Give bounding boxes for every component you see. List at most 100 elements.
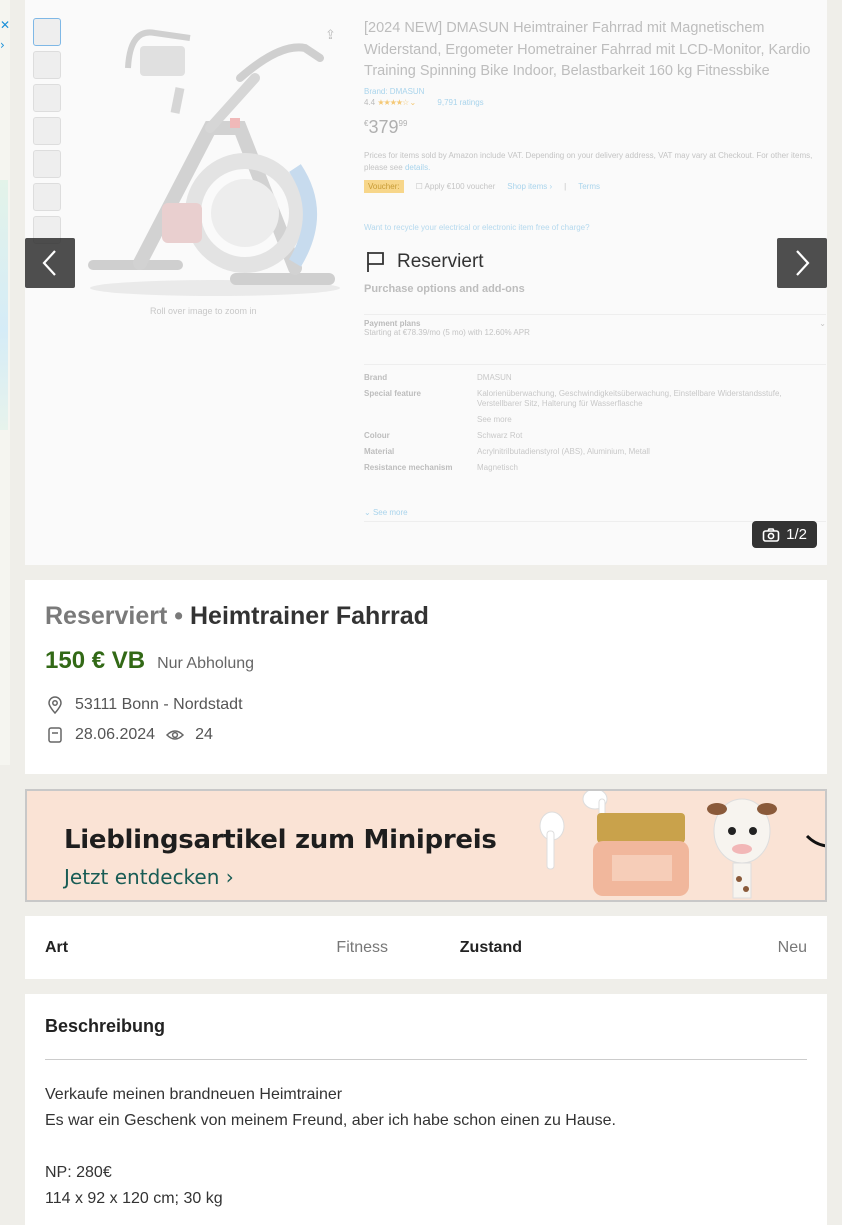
spec-value: Acrylnitrilbutadienstyrol (ABS), Alumini… xyxy=(477,447,650,456)
spec-key: Colour xyxy=(364,431,390,440)
page-title: Reserviert • Heimtrainer Fahrrad xyxy=(45,602,807,631)
price-row: 150 € VB Nur Abholung xyxy=(45,647,807,675)
listing-title: Heimtrainer Fahrrad xyxy=(189,602,429,630)
voucher-text-label: Apply €100 voucher xyxy=(424,181,496,191)
image-gallery: ⇪ Roll over image to zoom in [2024 NEW] … xyxy=(25,0,827,565)
rating-value: 4.4 xyxy=(364,97,376,107)
spec-row: Special feature Kalorienüberwachung, Gesc… xyxy=(364,389,826,409)
photo-counter-text: 1/2 xyxy=(786,526,807,543)
photo-counter: 1/2 xyxy=(752,521,817,548)
description-line xyxy=(45,1134,807,1160)
exercise-bike-image xyxy=(88,29,340,296)
price-cents: 99 xyxy=(398,118,408,128)
attribute-key-zustand: Zustand xyxy=(459,938,522,956)
listing-date: 28.06.2024 xyxy=(75,726,156,743)
spec-key xyxy=(364,415,477,425)
spec-row: See more xyxy=(364,415,826,425)
giraffe-toy-image xyxy=(707,798,777,899)
vat-details-link: details. xyxy=(404,162,431,172)
voucher-text: ☐ Apply €100 voucher xyxy=(415,181,496,191)
voucher-badge: Voucher: xyxy=(364,179,404,193)
left-edge-strip: ✕ › xyxy=(0,0,10,765)
thumbnail-strip xyxy=(33,18,63,249)
spec-row: Resistance mechanism Magnetisch xyxy=(364,463,826,473)
attribute-key-art: Art xyxy=(45,938,69,956)
price-int: 379 xyxy=(368,116,399,137)
spec-row: Material Acrylnitrilbutadienstyrol (ABS),… xyxy=(364,447,826,457)
description-line: 114 x 92 x 120 cm; 30 kg xyxy=(45,1190,223,1207)
spec-row: Brand DMASUN xyxy=(364,373,826,383)
flag-icon xyxy=(367,252,384,272)
next-image-button[interactable] xyxy=(777,238,827,288)
reserved-overlay-label: Reserviert xyxy=(397,251,484,272)
chevron-left-icon[interactable]: ✕ xyxy=(0,18,10,32)
listing-price: 150 € VB xyxy=(45,647,146,674)
share-icon: ⇪ xyxy=(325,27,336,42)
description-card: Beschreibung Verkaufe meinen brandneuen … xyxy=(25,994,827,1225)
chevron-right-icon xyxy=(796,250,810,276)
camera-icon xyxy=(762,527,780,542)
thumbnail xyxy=(33,84,61,112)
spec-row: Colour Schwarz Rot xyxy=(364,431,826,441)
spec-value: Kalorienüberwachung, Geschwindigkeitsübe… xyxy=(477,389,782,408)
calendar-icon xyxy=(48,727,62,743)
spec-key: Material xyxy=(364,447,395,456)
payment-plans-text: Starting at €78.39/mo (5 mo) with 12.60%… xyxy=(364,328,530,337)
map-thumbnail xyxy=(0,180,8,430)
attributes-card: Art Fitness Zustand Neu xyxy=(25,916,827,979)
payment-plans: Payment plans Starting at €78.39/mo (5 m… xyxy=(364,314,826,337)
location-pin-icon xyxy=(48,696,62,715)
previous-image-button[interactable] xyxy=(25,238,75,288)
view-count: 24 xyxy=(195,726,213,743)
voucher-separator: | xyxy=(564,181,567,191)
date-views-row: 28.06.2024 24 xyxy=(45,725,807,745)
attribute-value-zustand: Neu xyxy=(777,938,807,956)
listing-photo: ⇪ Roll over image to zoom in [2024 NEW] … xyxy=(25,0,827,565)
location-row: 53111 Bonn - Nordstadt xyxy=(45,695,807,715)
description-line: Es war ein Geschenk von meinem Freund, a… xyxy=(45,1112,616,1129)
chevron-down-icon: ⌄ xyxy=(819,319,826,328)
product-brand: Brand: DMASUN xyxy=(364,86,425,96)
attribute-value-art: Fitness xyxy=(336,938,388,956)
voucher-terms-link: Terms xyxy=(578,181,601,191)
banner-cta-link[interactable]: Jetzt entdecken › xyxy=(64,865,234,889)
spec-see-more: See more xyxy=(477,415,512,424)
payment-plans-label: Payment plans xyxy=(364,319,421,328)
description-line: Verkaufe meinen brandneuen Heimtrainer xyxy=(45,1086,343,1103)
shipping-option: Nur Abholung xyxy=(157,655,255,672)
spec-see-more-footer-label: See more xyxy=(372,508,408,517)
listing-location[interactable]: 53111 Bonn - Nordstadt xyxy=(75,696,243,714)
thumbnail xyxy=(33,183,61,211)
spec-key: Special feature xyxy=(364,389,421,398)
promo-banner[interactable]: Lieblingsartikel zum Minipreis Jetzt ent… xyxy=(25,789,827,902)
reserved-overlay: Reserviert xyxy=(365,250,484,274)
thumbnail xyxy=(33,51,61,79)
chevron-right-icon[interactable]: › xyxy=(0,38,5,52)
spec-value: DMASUN xyxy=(477,373,512,382)
status-label: Reserviert xyxy=(45,602,168,630)
cream-jar-image xyxy=(593,813,689,896)
product-price: €37999 xyxy=(364,117,826,138)
embedded-product-info: [2024 NEW] DMASUN Heimtrainer Fahrrad mi… xyxy=(364,18,826,522)
spec-table: Brand DMASUN Special feature Kalorienüberw… xyxy=(364,364,826,479)
spec-value: Schwarz Rot xyxy=(477,431,523,440)
zoom-hint: Roll over image to zoom in xyxy=(150,306,257,316)
voucher-row: Voucher: ☐ Apply €100 voucher Shop items… xyxy=(364,179,826,193)
eye-icon xyxy=(166,730,185,740)
description-heading: Beschreibung xyxy=(45,1016,807,1060)
banner-headline: Lieblingsartikel zum Minipreis xyxy=(64,825,497,855)
product-rating: 4.4 ★★★★☆ ⌄ 9,791 ratings xyxy=(364,98,826,107)
thumbnail xyxy=(33,150,61,178)
voucher-shop-link: Shop items › xyxy=(507,181,553,191)
thumbnail xyxy=(33,18,61,46)
vat-note: Prices for items sold by Amazon include … xyxy=(364,150,826,174)
description-line: NP: 280€ xyxy=(45,1164,112,1181)
purchase-options-heading: Purchase options and add-ons xyxy=(364,283,525,295)
spec-key: Brand xyxy=(364,373,388,382)
product-title: [2024 NEW] DMASUN Heimtrainer Fahrrad mi… xyxy=(364,20,811,79)
thumbnail xyxy=(33,117,61,145)
spec-see-more-footer: ⌄ See more xyxy=(364,508,826,522)
vat-note-text: Prices for items sold by Amazon include … xyxy=(364,150,813,172)
recycle-note: Want to recycle your electrical or elect… xyxy=(364,222,590,232)
chevron-left-icon xyxy=(42,250,56,276)
